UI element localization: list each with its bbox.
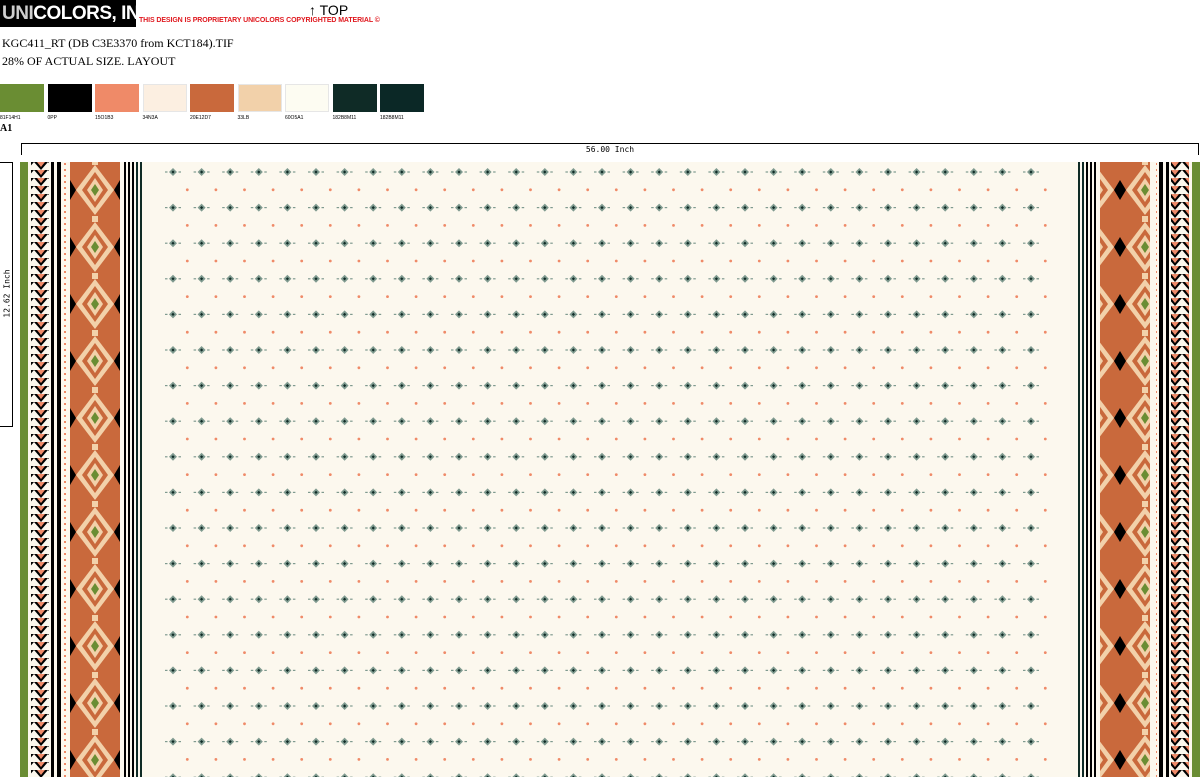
fabric-print-layout [20, 162, 1200, 777]
notice-part: COLORS [254, 17, 285, 24]
color-swatch [237, 84, 282, 112]
notice-part: COPYRIGHTED MATERIAL © [284, 17, 380, 24]
color-swatch [332, 84, 377, 112]
notice-part: THIS DESIGN IS PROPRIETARY [139, 17, 244, 24]
color-swatch-code: 33LB [237, 115, 250, 121]
group-label: A1 [0, 123, 13, 134]
logo-prefix: UNI [2, 3, 34, 24]
color-swatch [142, 84, 187, 112]
color-swatch-code: 60O5A1 [285, 115, 304, 121]
color-swatch-code: 182B8M11 [380, 115, 404, 121]
color-swatch-code: 81F14H1 [0, 115, 21, 121]
color-swatch-code: 20E12D7 [190, 115, 211, 121]
color-swatch [380, 84, 424, 112]
color-swatch-code: 0PP [47, 115, 57, 121]
file-name: KGC411_RT (DB C3E3370 from KCT184).TIF [2, 36, 234, 50]
color-swatch-code: 34N3A [142, 115, 158, 121]
notice-part: UNI [243, 17, 255, 24]
scale-label: 28% OF ACTUAL SIZE. LAYOUT [2, 54, 176, 68]
height-dimension-label: 12.62 Inch [2, 269, 12, 318]
color-swatch [0, 84, 44, 112]
unicolors-logo: UNICOLORS, INC. [0, 0, 158, 27]
color-swatch [285, 84, 329, 112]
fabric-pattern [20, 162, 1200, 777]
color-swatch [190, 84, 234, 112]
color-swatch [95, 84, 139, 112]
color-swatch-code: 182B8M11 [332, 115, 357, 121]
width-dimension-label: 56.00 Inch [585, 145, 635, 154]
top-orientation-label: ↑ TOP [309, 2, 349, 18]
color-swatch [47, 84, 92, 112]
color-swatch-code: 15O1B3 [95, 115, 114, 121]
copyright-notice: THIS DESIGN IS PROPRIETARY UNICOLORS COP… [139, 17, 380, 24]
